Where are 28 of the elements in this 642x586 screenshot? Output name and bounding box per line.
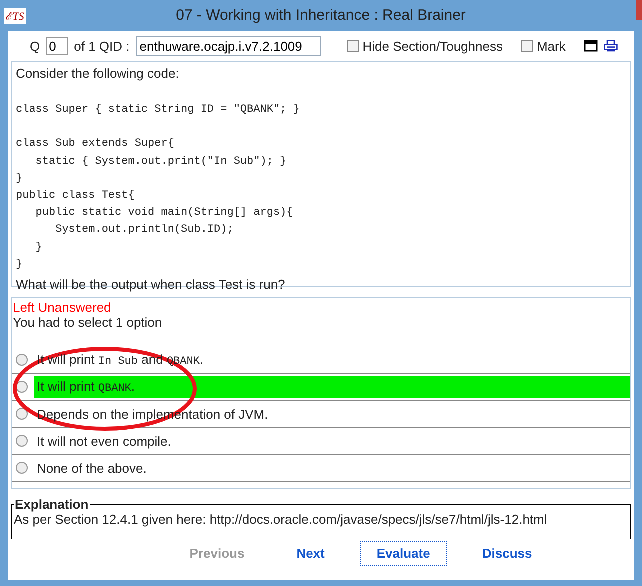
qid-field[interactable]: enthuware.ocajp.i.v7.2.1009 (136, 36, 321, 56)
question-label: Q (30, 38, 40, 54)
question-number-field[interactable]: 0 (46, 37, 68, 55)
nav-button[interactable]: Next (280, 540, 342, 566)
radio-button[interactable] (16, 435, 28, 447)
nav-button[interactable]: Discuss (465, 540, 550, 566)
checkbox[interactable] (520, 40, 533, 52)
question-intro: Consider the following code: (16, 66, 180, 81)
app-logo-icon: ℰTS (4, 8, 26, 24)
explanation-text: As per Section 12.4.1 given here: http://docs.oracle.com/javase/specs/jls/se7/html/jls-12.html (14, 512, 548, 527)
window-icon[interactable] (584, 40, 598, 52)
checkbox-label: Mark (536, 38, 566, 54)
option-text[interactable]: It will not even compile. (34, 430, 630, 452)
instruction-text: You had to select 1 option (12, 315, 164, 330)
code-text: class Super { static String ID = "QBANK"; } class Sub extends Super{ static { System.out.print("In Sub"); } } public class Test{ public static void main(String[] args){ System.out.println(Sub.ID); } } (16, 103, 301, 273)
nav-button[interactable]: Evaluate (360, 540, 448, 566)
explanation-heading: Explanation (14, 497, 90, 512)
radio-button[interactable] (16, 408, 28, 420)
printer-icon[interactable] (604, 40, 618, 52)
option-text[interactable]: None of the above. (34, 457, 630, 479)
question-prompt: What will be the output when class Test is run? (16, 277, 286, 292)
checkbox[interactable] (346, 40, 359, 52)
answer-status: Left Unanswered (12, 300, 112, 315)
checkbox-label: Hide Section/Toughness (362, 38, 503, 54)
qid-label: of 1 QID : (74, 38, 130, 54)
radio-button[interactable] (16, 354, 28, 366)
window-title: 07 - Working with Inheritance : Real Brainer (175, 7, 467, 24)
radio-button[interactable] (16, 462, 28, 474)
